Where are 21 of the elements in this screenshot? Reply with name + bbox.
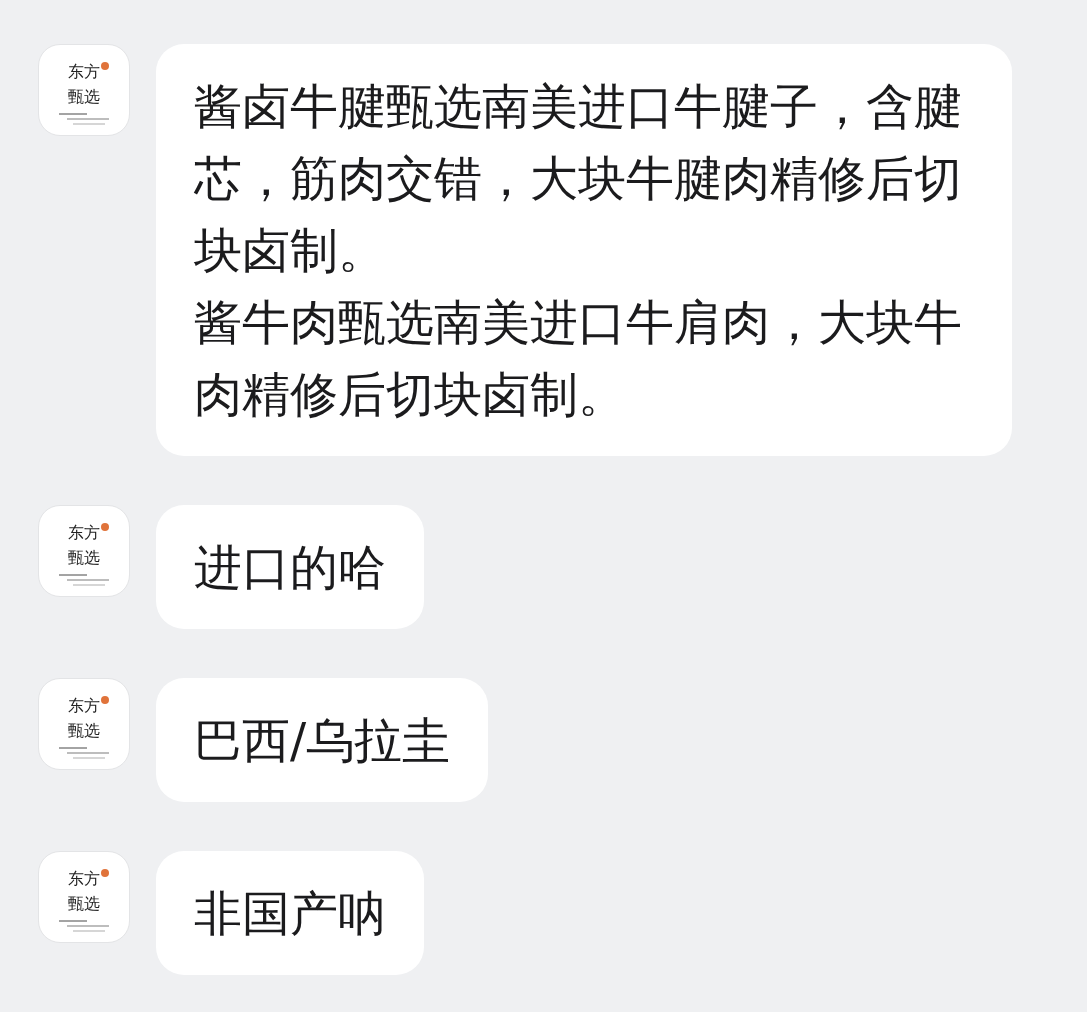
message-text: 酱牛肉甄选南美进口牛肩肉，大块牛肉精修后切块卤制。: [194, 293, 963, 424]
avatar-tile[interactable]: 东方甄选: [38, 505, 130, 597]
logo-text: 东方甄选: [68, 522, 100, 569]
dot-icon: [101, 696, 109, 704]
logo-lines-drawing: [59, 112, 109, 126]
logo-text: 东方甄选: [68, 868, 100, 915]
message-text: 巴西/乌拉圭: [194, 711, 451, 770]
dot-icon: [101, 62, 109, 70]
logo-lines-drawing: [59, 746, 109, 760]
message-text: 进口的哈: [194, 538, 386, 597]
logo-text: 东方甄选: [68, 695, 100, 742]
logo-text: 东方甄选: [68, 61, 100, 108]
message-text: 酱卤牛腱甄选南美进口牛腱子，含腱芯，筋肉交错，大块牛腱肉精修后切块卤制。: [194, 77, 963, 280]
dot-icon: [101, 523, 109, 531]
avatar-tile[interactable]: 东方甄选: [38, 44, 130, 136]
avatar-tile[interactable]: 东方甄选: [38, 851, 130, 943]
logo-lines-drawing: [59, 919, 109, 933]
dot-icon: [101, 869, 109, 877]
logo-lines-drawing: [59, 573, 109, 587]
avatar-tile[interactable]: 东方甄选: [38, 678, 130, 770]
message-text: 非国产呐: [194, 884, 386, 943]
